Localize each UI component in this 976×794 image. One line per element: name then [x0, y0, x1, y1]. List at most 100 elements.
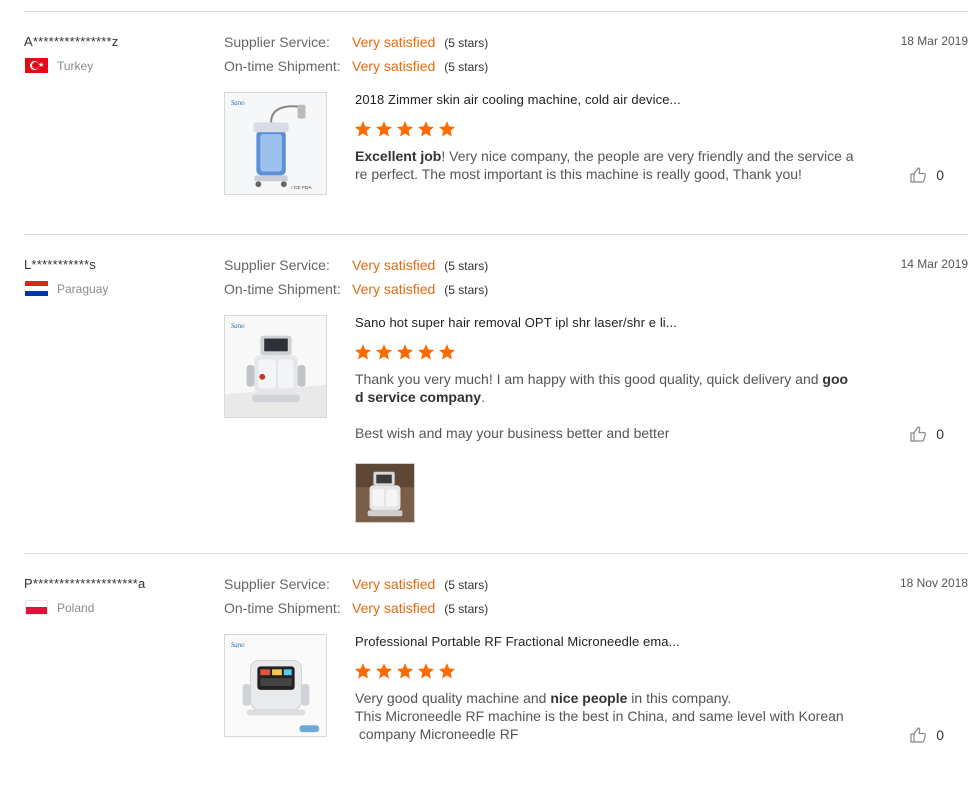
- comment-text: in this company.: [627, 690, 732, 706]
- comment-text: .: [481, 389, 485, 405]
- top-divider: [24, 11, 968, 12]
- like-count: 0: [936, 727, 944, 743]
- product-thumbnail[interactable]: Sano ⁄ CE FDA: [224, 92, 327, 195]
- star-icon: [375, 662, 393, 680]
- thumbs-up-icon: [909, 166, 927, 184]
- product-title[interactable]: Sano hot super hair removal OPT ipl shr …: [355, 315, 677, 330]
- supplier-service-value: Very satisfied: [352, 257, 436, 273]
- country-name: Paraguay: [57, 281, 109, 296]
- comment-text: ! Very nice company, the people are very…: [441, 148, 854, 164]
- comment-highlight: Excellent job: [355, 148, 442, 164]
- shipment-stars: (5 stars): [444, 602, 489, 616]
- star-icon: [438, 662, 456, 680]
- star-icon: [417, 662, 435, 680]
- comment-text: Very good quality machine and: [355, 690, 551, 706]
- review-separator: [24, 234, 968, 235]
- divider: [24, 234, 968, 235]
- supplier-service-label: Supplier Service:: [224, 576, 330, 592]
- supplier-service-stars: (5 stars): [444, 259, 489, 273]
- supplier-service-label: Supplier Service:: [224, 34, 330, 50]
- star-icon: [438, 120, 456, 138]
- review-date: 14 Mar 2019: [900, 257, 968, 271]
- product-rating-stars: [354, 343, 456, 361]
- svg-text:Sano: Sano: [231, 100, 245, 107]
- like-count: 0: [936, 167, 944, 183]
- comment-text: Thank you very much! I am happy with thi…: [355, 371, 823, 387]
- review-item: P********************a Poland Supplier S…: [24, 576, 968, 786]
- review-comment: Very good quality machine and nice peopl…: [355, 689, 855, 743]
- shipment-rating: On-time Shipment: Very satisfied (5 star…: [224, 58, 488, 74]
- review-separator: [24, 553, 968, 554]
- flag-poland-icon: [25, 600, 48, 615]
- comment-highlight: nice people: [550, 690, 628, 706]
- review-comment: Excellent job! Very nice company, the pe…: [355, 147, 855, 183]
- flag-turkey-icon: ★: [25, 58, 48, 73]
- supplier-service-rating: Supplier Service: Very satisfied (5 star…: [224, 257, 488, 273]
- buyer-name: A***************z: [24, 34, 119, 49]
- shipment-label: On-time Shipment:: [224, 58, 341, 74]
- shipment-value: Very satisfied: [352, 58, 436, 74]
- comment-highlight: d service company: [355, 389, 482, 405]
- star-icon: [375, 120, 393, 138]
- buyer-name: P********************a: [24, 576, 146, 591]
- shipment-label: On-time Shipment:: [224, 281, 341, 297]
- supplier-service-rating: Supplier Service: Very satisfied (5 star…: [224, 576, 488, 592]
- star-icon: [375, 343, 393, 361]
- shipment-rating: On-time Shipment: Very satisfied (5 star…: [224, 281, 488, 297]
- star-icon: [438, 343, 456, 361]
- star-icon: [417, 343, 435, 361]
- buyer-country: ★ Turkey: [25, 58, 93, 73]
- supplier-service-value: Very satisfied: [352, 34, 436, 50]
- buyer-country: Poland: [25, 600, 94, 615]
- product-title[interactable]: Professional Portable RF Fractional Micr…: [355, 634, 680, 649]
- review-comment-extra: Best wish and may your business better a…: [355, 425, 670, 441]
- svg-text:⁄ CE FDA: ⁄ CE FDA: [291, 185, 313, 191]
- shipment-value: Very satisfied: [352, 600, 436, 616]
- star-icon: [396, 120, 414, 138]
- country-name: Poland: [57, 600, 95, 615]
- comment-text: This Microneedle RF machine is the best …: [355, 708, 844, 724]
- product-rating-stars: [354, 120, 456, 138]
- svg-text:Sano: Sano: [231, 642, 245, 649]
- review-item: L***********s Paraguay Supplier Service:…: [24, 257, 968, 547]
- review-comment: Thank you very much! I am happy with thi…: [355, 370, 855, 406]
- review-item: A***************z ★ Turkey Supplier Serv…: [24, 34, 968, 234]
- divider: [24, 553, 968, 554]
- like-button[interactable]: 0: [909, 726, 944, 744]
- star-icon: [396, 662, 414, 680]
- thumbs-up-icon: [909, 425, 927, 443]
- country-name: Turkey: [57, 58, 94, 73]
- star-icon: [396, 343, 414, 361]
- comment-text: company Microneedle RF: [355, 726, 519, 742]
- product-thumbnail[interactable]: Sano: [224, 315, 327, 418]
- thumbs-up-icon: [909, 726, 927, 744]
- star-icon: [354, 662, 372, 680]
- like-button[interactable]: 0: [909, 166, 944, 184]
- star-icon: [417, 120, 435, 138]
- review-date: 18 Nov 2018: [899, 576, 968, 590]
- supplier-service-rating: Supplier Service: Very satisfied (5 star…: [224, 34, 488, 50]
- svg-text:Sano: Sano: [231, 323, 245, 330]
- review-date: 18 Mar 2019: [900, 34, 968, 48]
- buyer-name: L***********s: [24, 257, 96, 272]
- supplier-service-value: Very satisfied: [352, 576, 436, 592]
- buyer-country: Paraguay: [25, 281, 108, 296]
- star-icon: [354, 343, 372, 361]
- product-title[interactable]: 2018 Zimmer skin air cooling machine, co…: [355, 92, 681, 107]
- shipment-rating: On-time Shipment: Very satisfied (5 star…: [224, 600, 488, 616]
- review-attachment-image[interactable]: [355, 463, 415, 523]
- product-rating-stars: [354, 662, 456, 680]
- supplier-service-stars: (5 stars): [444, 578, 489, 592]
- product-thumbnail[interactable]: Sano: [224, 634, 327, 737]
- supplier-service-stars: (5 stars): [444, 36, 489, 50]
- shipment-label: On-time Shipment:: [224, 600, 341, 616]
- star-icon: [354, 120, 372, 138]
- flag-paraguay-icon: [25, 281, 48, 296]
- shipment-stars: (5 stars): [444, 60, 489, 74]
- shipment-stars: (5 stars): [444, 283, 489, 297]
- shipment-value: Very satisfied: [352, 281, 436, 297]
- comment-text: re perfect. The most important is this m…: [355, 166, 802, 182]
- like-button[interactable]: 0: [909, 425, 944, 443]
- comment-highlight: goo: [822, 371, 849, 387]
- supplier-service-label: Supplier Service:: [224, 257, 330, 273]
